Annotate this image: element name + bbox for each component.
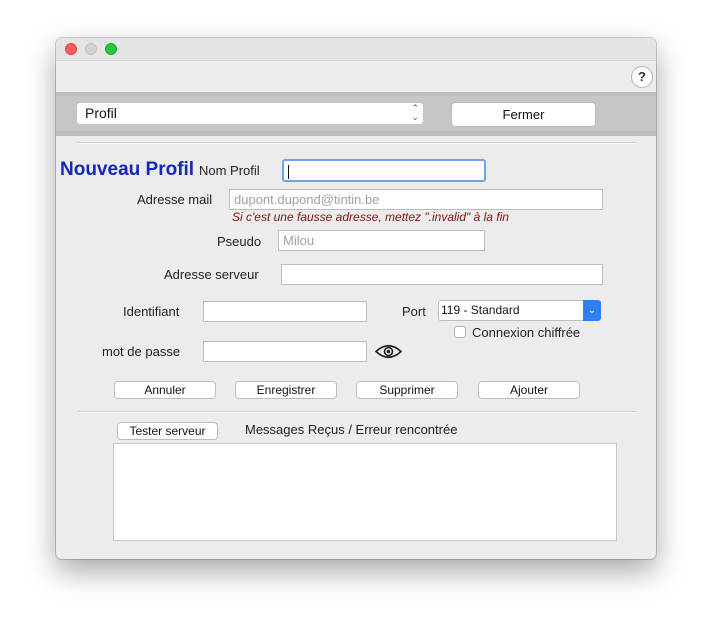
separator: [78, 142, 636, 143]
title-bar: [56, 38, 656, 61]
port-select-value: 119 - Standard: [441, 303, 520, 317]
nom-profil-input[interactable]: [282, 159, 486, 182]
adresse-mail-label: Adresse mail: [137, 192, 213, 207]
profile-select-label: Profil: [85, 105, 117, 121]
supprimer-button[interactable]: Supprimer: [356, 381, 458, 399]
close-button[interactable]: Fermer: [451, 102, 596, 127]
separator: [78, 411, 636, 412]
adresse-serveur-input[interactable]: [281, 264, 603, 285]
messages-textarea[interactable]: [113, 443, 617, 541]
profile-window: ? Profil ⌃ ⌄ Fermer Nouveau Profil Nom Pr…: [56, 38, 656, 559]
connexion-chiffree-label: Connexion chiffrée: [472, 325, 581, 340]
mot-de-passe-input[interactable]: [203, 341, 367, 362]
ajouter-button[interactable]: Ajouter: [478, 381, 580, 399]
port-select[interactable]: 119 - Standard ⌄: [438, 300, 601, 321]
adresse-mail-hint: Si c'est une fausse adresse, mettez ".in…: [232, 210, 509, 224]
chevron-down-icon: ⌄: [583, 300, 601, 321]
zoom-window-button[interactable]: [105, 43, 117, 55]
messages-label: Messages Reçus / Erreur rencontrée: [245, 422, 458, 437]
identifiant-input[interactable]: [203, 301, 367, 322]
annuler-button[interactable]: Annuler: [114, 381, 216, 399]
identifiant-label: Identifiant: [123, 304, 180, 319]
help-button[interactable]: ?: [631, 66, 653, 88]
port-label: Port: [402, 304, 426, 319]
pseudo-input[interactable]: Milou: [278, 230, 485, 251]
show-password-eye-icon[interactable]: [375, 343, 402, 360]
adresse-serveur-label: Adresse serveur: [164, 267, 259, 282]
mot-de-passe-label: mot de passe: [102, 344, 181, 359]
toolbar-band-bottom: [56, 131, 656, 136]
pseudo-label: Pseudo: [217, 234, 262, 249]
nom-profil-label: Nom Profil: [199, 163, 260, 178]
minimize-window-button[interactable]: [85, 43, 97, 55]
page-title: Nouveau Profil: [60, 159, 195, 180]
enregistrer-button[interactable]: Enregistrer: [235, 381, 337, 399]
adresse-mail-input[interactable]: dupont.dupond@tintin.be: [229, 189, 603, 210]
tester-serveur-button[interactable]: Tester serveur: [117, 422, 218, 440]
connexion-chiffree-checkbox[interactable]: [454, 326, 466, 338]
chevron-updown-icon: ⌃ ⌄: [411, 103, 419, 122]
close-window-button[interactable]: [65, 43, 77, 55]
profile-select[interactable]: Profil ⌃ ⌄: [76, 102, 424, 125]
